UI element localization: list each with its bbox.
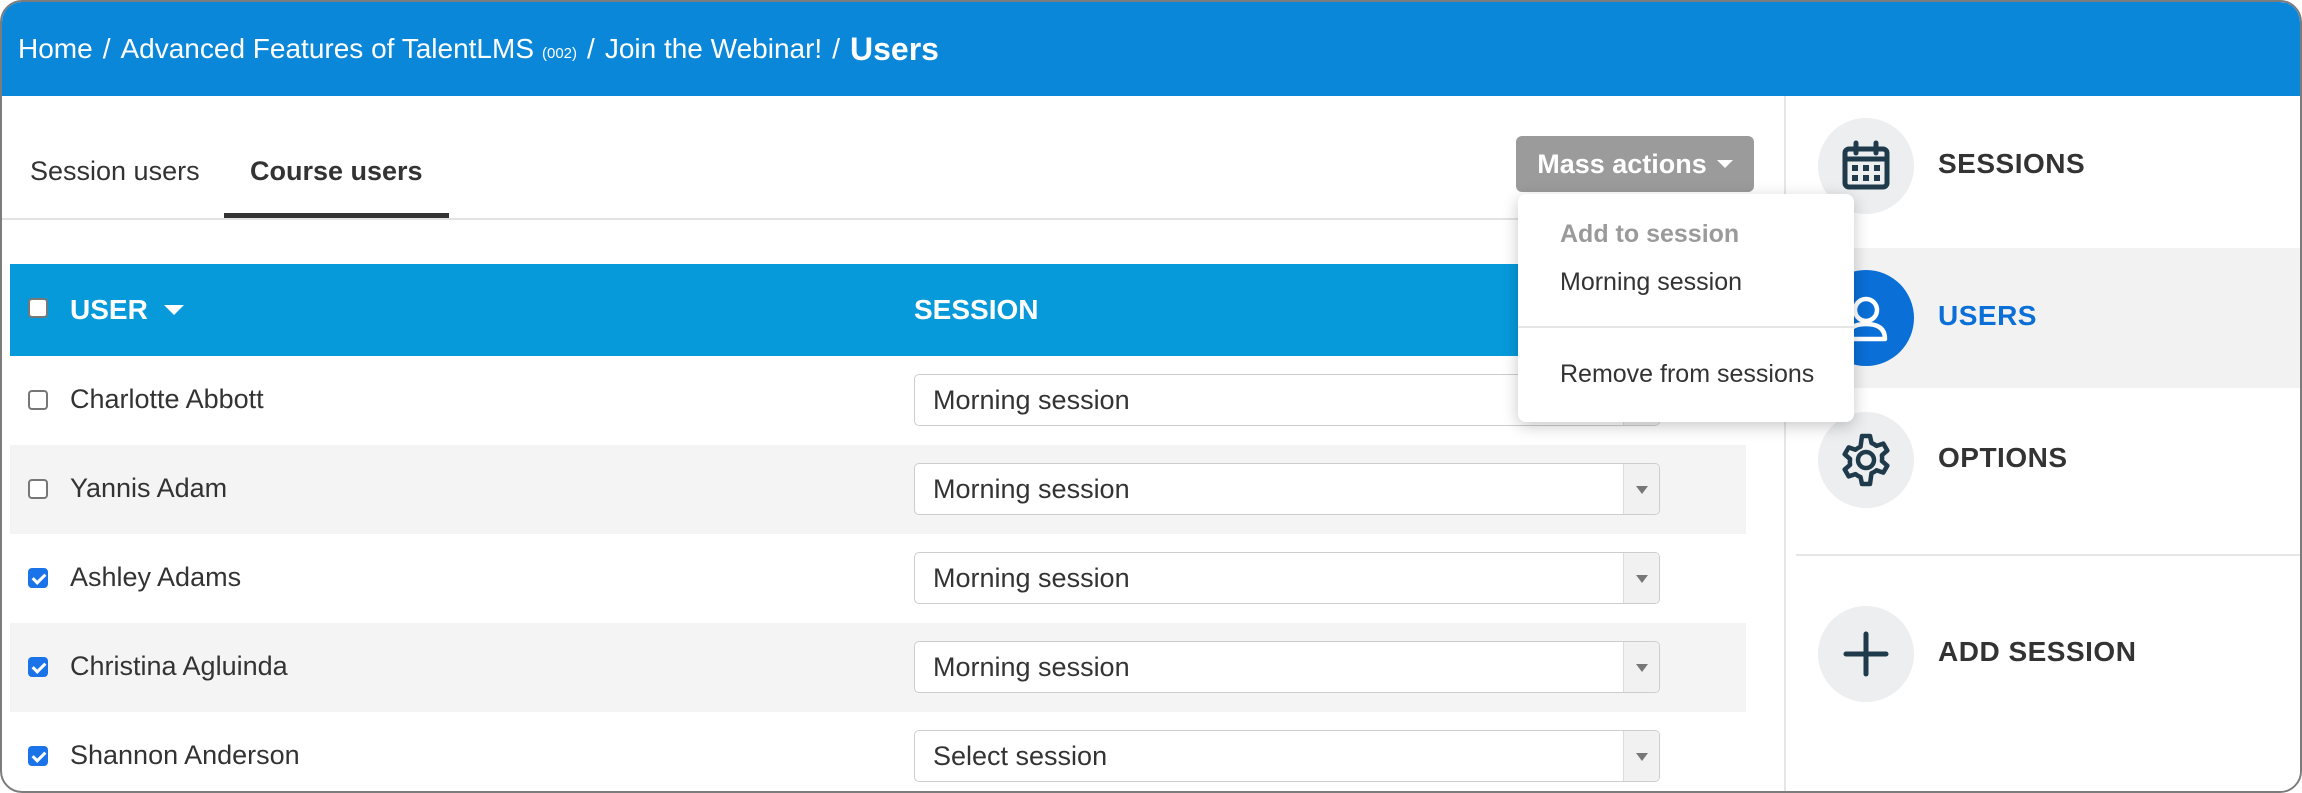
- user-name: Christina Agluinda: [70, 651, 288, 681]
- session-select[interactable]: Morning session: [914, 641, 1660, 693]
- tab-session-users[interactable]: Session users: [4, 156, 226, 217]
- breadcrumb-current: Users: [849, 30, 939, 67]
- sidebar-item-label: OPTIONS: [1938, 442, 2068, 473]
- app-window: Home / Advanced Features of TalentLMS (0…: [0, 0, 2302, 793]
- dropdown-arrow-icon: [1623, 553, 1659, 603]
- plus-icon: [1818, 606, 1914, 702]
- menu-item-remove-from-sessions[interactable]: Remove from sessions: [1560, 360, 1814, 389]
- session-select[interactable]: Morning session: [914, 552, 1660, 604]
- breadcrumb-course[interactable]: Advanced Features of TalentLMS: [120, 33, 534, 65]
- tab-course-users[interactable]: Course users: [224, 156, 449, 218]
- row-checkbox[interactable]: [28, 657, 48, 677]
- breadcrumb-separator: /: [832, 33, 840, 64]
- gear-icon: [1818, 412, 1914, 508]
- table-row: Christina Agluinda Morning session: [10, 623, 1746, 712]
- breadcrumb: Home / Advanced Features of TalentLMS (0…: [2, 2, 2300, 96]
- sidebar-item-sessions[interactable]: SESSIONS: [1786, 96, 2300, 236]
- breadcrumb-separator: /: [587, 33, 595, 64]
- session-select-value: Morning session: [933, 474, 1130, 504]
- menu-divider: [1518, 326, 1854, 328]
- sidebar-item-add-session[interactable]: ADD SESSION: [1786, 584, 2300, 724]
- table-row: Charlotte Abbott Morning session: [10, 356, 1746, 445]
- row-checkbox[interactable]: [28, 479, 48, 499]
- table-row: Ashley Adams Morning session: [10, 534, 1746, 623]
- row-checkbox[interactable]: [28, 746, 48, 766]
- sidebar-item-options[interactable]: OPTIONS: [1786, 390, 2300, 530]
- breadcrumb-unit[interactable]: Join the Webinar!: [605, 33, 822, 65]
- sidebar-item-label: ADD SESSION: [1938, 636, 2137, 667]
- sidebar-divider: [1796, 554, 2300, 556]
- row-checkbox[interactable]: [28, 568, 48, 588]
- sidebar-item-label: USERS: [1938, 300, 2037, 331]
- table-row: Shannon Anderson Select session: [10, 712, 1746, 791]
- session-select[interactable]: Select session: [914, 730, 1660, 782]
- session-select-value: Morning session: [933, 652, 1130, 682]
- column-header-session: SESSION: [914, 294, 1039, 325]
- main-content: Session users Course users Mass actions …: [2, 96, 1784, 791]
- mass-actions-menu: Add to session Morning session Remove fr…: [1518, 194, 1854, 422]
- table-header: USER SESSION: [10, 264, 1746, 356]
- mass-actions-button[interactable]: Mass actions: [1516, 136, 1754, 192]
- session-select[interactable]: Morning session: [914, 463, 1660, 515]
- select-all-checkbox[interactable]: [28, 298, 48, 318]
- menu-item-morning-session[interactable]: Morning session: [1560, 268, 1742, 297]
- sidebar: SESSIONS USERS OPTIONS ADD SESSION: [1784, 96, 2300, 791]
- caret-down-icon: [1716, 160, 1733, 168]
- sidebar-item-label: SESSIONS: [1938, 148, 2086, 179]
- table-row: Yannis Adam Morning session: [10, 445, 1746, 534]
- column-header-user[interactable]: USER: [70, 294, 184, 326]
- user-name: Charlotte Abbott: [70, 384, 264, 414]
- row-checkbox[interactable]: [28, 390, 48, 410]
- user-name: Ashley Adams: [70, 562, 242, 592]
- user-name: Shannon Anderson: [70, 740, 300, 770]
- sort-down-icon: [163, 305, 184, 315]
- session-select-value: Select session: [933, 741, 1108, 771]
- sidebar-item-users[interactable]: USERS: [1786, 248, 2300, 388]
- breadcrumb-course-code: (002): [542, 44, 578, 62]
- session-select-value: Morning session: [933, 385, 1130, 415]
- menu-header-add-to-session: Add to session: [1560, 220, 1740, 248]
- mass-actions-label: Mass actions: [1537, 148, 1707, 179]
- user-name: Yannis Adam: [70, 473, 228, 503]
- dropdown-arrow-icon: [1623, 464, 1659, 514]
- dropdown-arrow-icon: [1623, 731, 1659, 781]
- dropdown-arrow-icon: [1623, 642, 1659, 692]
- tab-bar: Session users Course users Mass actions: [2, 96, 1784, 220]
- breadcrumb-home[interactable]: Home: [18, 33, 93, 65]
- column-header-user-label: USER: [70, 294, 148, 325]
- breadcrumb-separator: /: [102, 33, 111, 64]
- session-select-value: Morning session: [933, 563, 1130, 593]
